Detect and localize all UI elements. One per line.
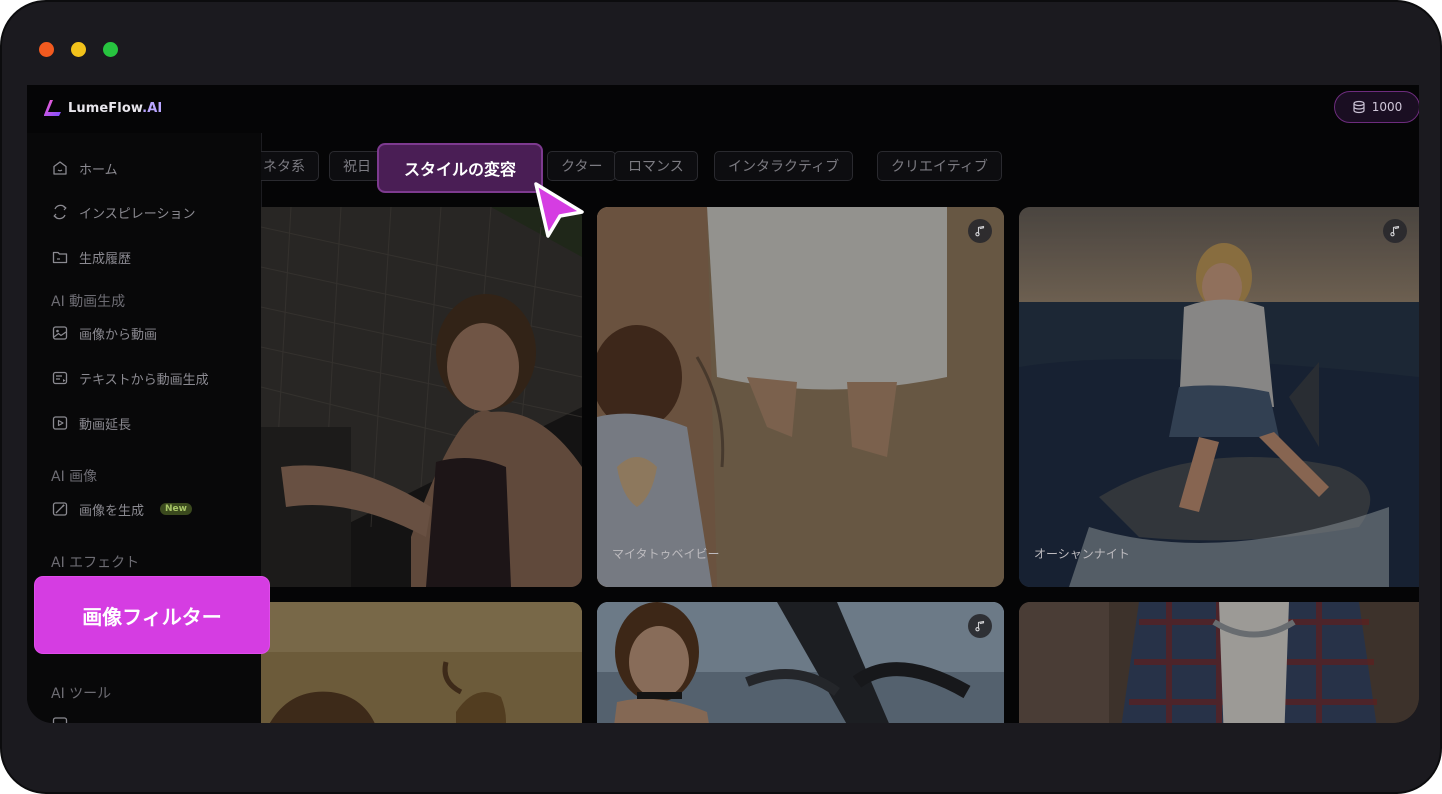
card-dim-overlay [261, 602, 582, 723]
credits-count: 1000 [1371, 100, 1403, 114]
tab-character[interactable]: クター [547, 151, 617, 181]
app-header: LumeFlow.AI 1000 [27, 85, 1419, 133]
card-dim-overlay [597, 602, 1004, 723]
window-controls [39, 42, 118, 57]
text-video-icon [52, 371, 68, 385]
sidebar-item-text-to-video[interactable]: テキストから動画生成 [51, 367, 209, 389]
maximize-window-button[interactable] [103, 42, 118, 57]
logo[interactable]: LumeFlow.AI [41, 97, 162, 119]
tab-neta[interactable]: ネタ系 [261, 151, 319, 181]
credits-badge[interactable]: 1000 [1334, 91, 1419, 123]
device-frame: LumeFlow.AI 1000 ホーム インスピレーション 生成履歴 AI 動… [0, 0, 1442, 794]
logo-text: LumeFlow.AI [68, 100, 163, 116]
tab-style-transform[interactable]: スタイルの変容 [377, 143, 543, 193]
effect-card-6[interactable] [1019, 602, 1419, 723]
sidebar-item-tools-partial[interactable] [51, 713, 69, 723]
minimize-window-button[interactable] [71, 42, 86, 57]
logo-icon [44, 100, 61, 116]
tools-icon [52, 717, 68, 723]
card-dim-overlay [1019, 207, 1419, 587]
sidebar-item-image-to-video[interactable]: 画像から動画 [51, 322, 157, 344]
effect-card-1[interactable] [261, 207, 582, 587]
folder-icon [52, 251, 68, 264]
section-title-ai-image: AI 画像 [51, 469, 98, 485]
effect-card-tattoo-baby[interactable]: マイタトゥベイビー [597, 207, 1004, 587]
card-label: マイタトゥベイビー [612, 547, 720, 561]
section-title-ai-effect: AI エフェクト [51, 555, 140, 571]
tab-romance[interactable]: ロマンス [614, 151, 698, 181]
image-icon [52, 326, 68, 340]
effect-card-4[interactable] [261, 602, 582, 723]
section-title-ai-tools: AI ツール [51, 686, 112, 702]
section-title-ai-video: AI 動画生成 [51, 294, 126, 310]
effect-card-5[interactable] [597, 602, 1004, 723]
image-filter-highlight[interactable]: 画像フィルター [35, 577, 269, 653]
coins-icon [1353, 100, 1365, 114]
home-icon [53, 161, 67, 175]
sidebar-item-home[interactable]: ホーム [51, 157, 118, 179]
tab-creative[interactable]: クリエイティブ [877, 151, 1002, 181]
new-badge: New [160, 503, 192, 515]
app-screen: LumeFlow.AI 1000 ホーム インスピレーション 生成履歴 AI 動… [27, 85, 1419, 723]
music-note-icon[interactable] [968, 219, 992, 243]
effect-card-ocean-night[interactable]: オーシャンナイト [1019, 207, 1419, 587]
sidebar-item-history[interactable]: 生成履歴 [51, 246, 131, 268]
card-dim-overlay [261, 207, 582, 587]
sidebar-item-inspiration[interactable]: インスピレーション [51, 201, 195, 223]
sidebar-item-video-extend[interactable]: 動画延長 [51, 412, 131, 434]
music-note-icon[interactable] [968, 614, 992, 638]
card-dim-overlay [597, 207, 1004, 587]
card-label: オーシャンナイト [1034, 547, 1130, 561]
tab-interactive[interactable]: インタラクティブ [714, 151, 854, 181]
card-dim-overlay [1019, 602, 1419, 723]
video-extend-icon [52, 416, 68, 430]
image-generate-icon [52, 502, 68, 516]
inspiration-icon [53, 204, 67, 220]
pointer-cursor-icon [534, 182, 584, 238]
sidebar-item-image-generate[interactable]: 画像を生成 New [51, 498, 192, 520]
music-note-icon[interactable] [1383, 219, 1407, 243]
close-window-button[interactable] [39, 42, 54, 57]
